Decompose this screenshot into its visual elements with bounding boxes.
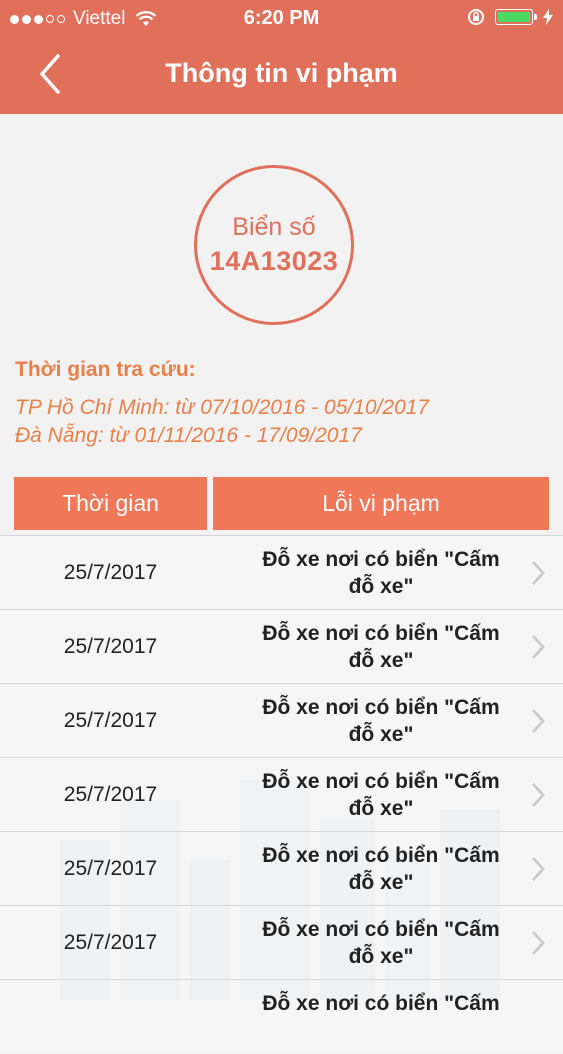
column-header-violation: Lỗi vi phạm (213, 477, 549, 530)
charging-icon (543, 9, 553, 25)
chevron-right-icon (532, 857, 545, 881)
status-bar: Viettel 6:20 PM (0, 0, 563, 38)
chevron-right-icon (532, 931, 545, 955)
plate-label: Biển số (232, 213, 316, 241)
violation-description: Đỗ xe nơi có biển "Cấm đỗ xe" (262, 770, 500, 820)
violation-description: Đỗ xe nơi có biển "Cấm đỗ xe" (262, 918, 500, 968)
lookup-title: Thời gian tra cứu: (15, 358, 196, 381)
violation-date: 25/7/2017 (63, 635, 158, 658)
app-header: Viettel 6:20 PM Thông tin vi phạm (0, 0, 563, 114)
violation-row[interactable]: 25/7/2017 Đỗ xe nơi có biển "Cấm đỗ xe" (0, 683, 563, 757)
lookup-period: Thời gian tra cứu: TP Hồ Chí Minh: từ 07… (15, 358, 429, 450)
violation-row[interactable]: 25/7/2017 Đỗ xe nơi có biển "Cấm đỗ xe" (0, 831, 563, 905)
violation-row[interactable]: 25/7/2017 Đỗ xe nơi có biển "Cấm đỗ xe" (0, 535, 563, 609)
plate-number: 14A13023 (209, 246, 339, 276)
rotation-lock-icon (468, 9, 484, 25)
violation-description: Đỗ xe nơi có biển "Cấm đỗ xe" (262, 622, 500, 672)
chevron-right-icon (532, 635, 545, 659)
lookup-line-danang: Đà Nẵng: từ 01/11/2016 - 17/09/2017 (15, 424, 362, 447)
column-header-time: Thời gian (14, 477, 207, 530)
violation-date: 25/7/2017 (63, 857, 158, 880)
page-title: Thông tin vi phạm (165, 58, 398, 88)
violation-description: Đỗ xe nơi có biển "Cấm (262, 992, 500, 1015)
battery-icon (495, 9, 537, 25)
violation-description: Đỗ xe nơi có biển "Cấm đỗ xe" (262, 548, 500, 598)
violation-date: 25/7/2017 (63, 931, 158, 954)
violation-date: 25/7/2017 (63, 561, 158, 584)
violation-description: Đỗ xe nơi có biển "Cấm đỗ xe" (262, 844, 500, 894)
lookup-line-hcm: TP Hồ Chí Minh: từ 07/10/2016 - 05/10/20… (15, 396, 430, 419)
violation-date: 25/7/2017 (63, 783, 158, 806)
license-plate-badge: Biển số 14A13023 (194, 165, 354, 325)
violation-date (14, 980, 207, 1054)
violation-row[interactable]: 25/7/2017 Đỗ xe nơi có biển "Cấm đỗ xe" (0, 609, 563, 683)
navigation-bar: Thông tin vi phạm (0, 38, 563, 114)
violation-date: 25/7/2017 (63, 709, 158, 732)
chevron-right-icon (532, 561, 545, 585)
violation-row[interactable]: 25/7/2017 Đỗ xe nơi có biển "Cấm đỗ xe" (0, 905, 563, 979)
chevron-right-icon (532, 709, 545, 733)
violation-row[interactable]: 25/7/2017 Đỗ xe nơi có biển "Cấm đỗ xe" (0, 757, 563, 831)
violation-list: 25/7/2017 Đỗ xe nơi có biển "Cấm đỗ xe" 2… (0, 535, 563, 1053)
chevron-right-icon (532, 783, 545, 807)
violation-row[interactable]: Đỗ xe nơi có biển "Cấm (0, 979, 563, 1053)
violation-description: Đỗ xe nơi có biển "Cấm đỗ xe" (262, 696, 500, 746)
